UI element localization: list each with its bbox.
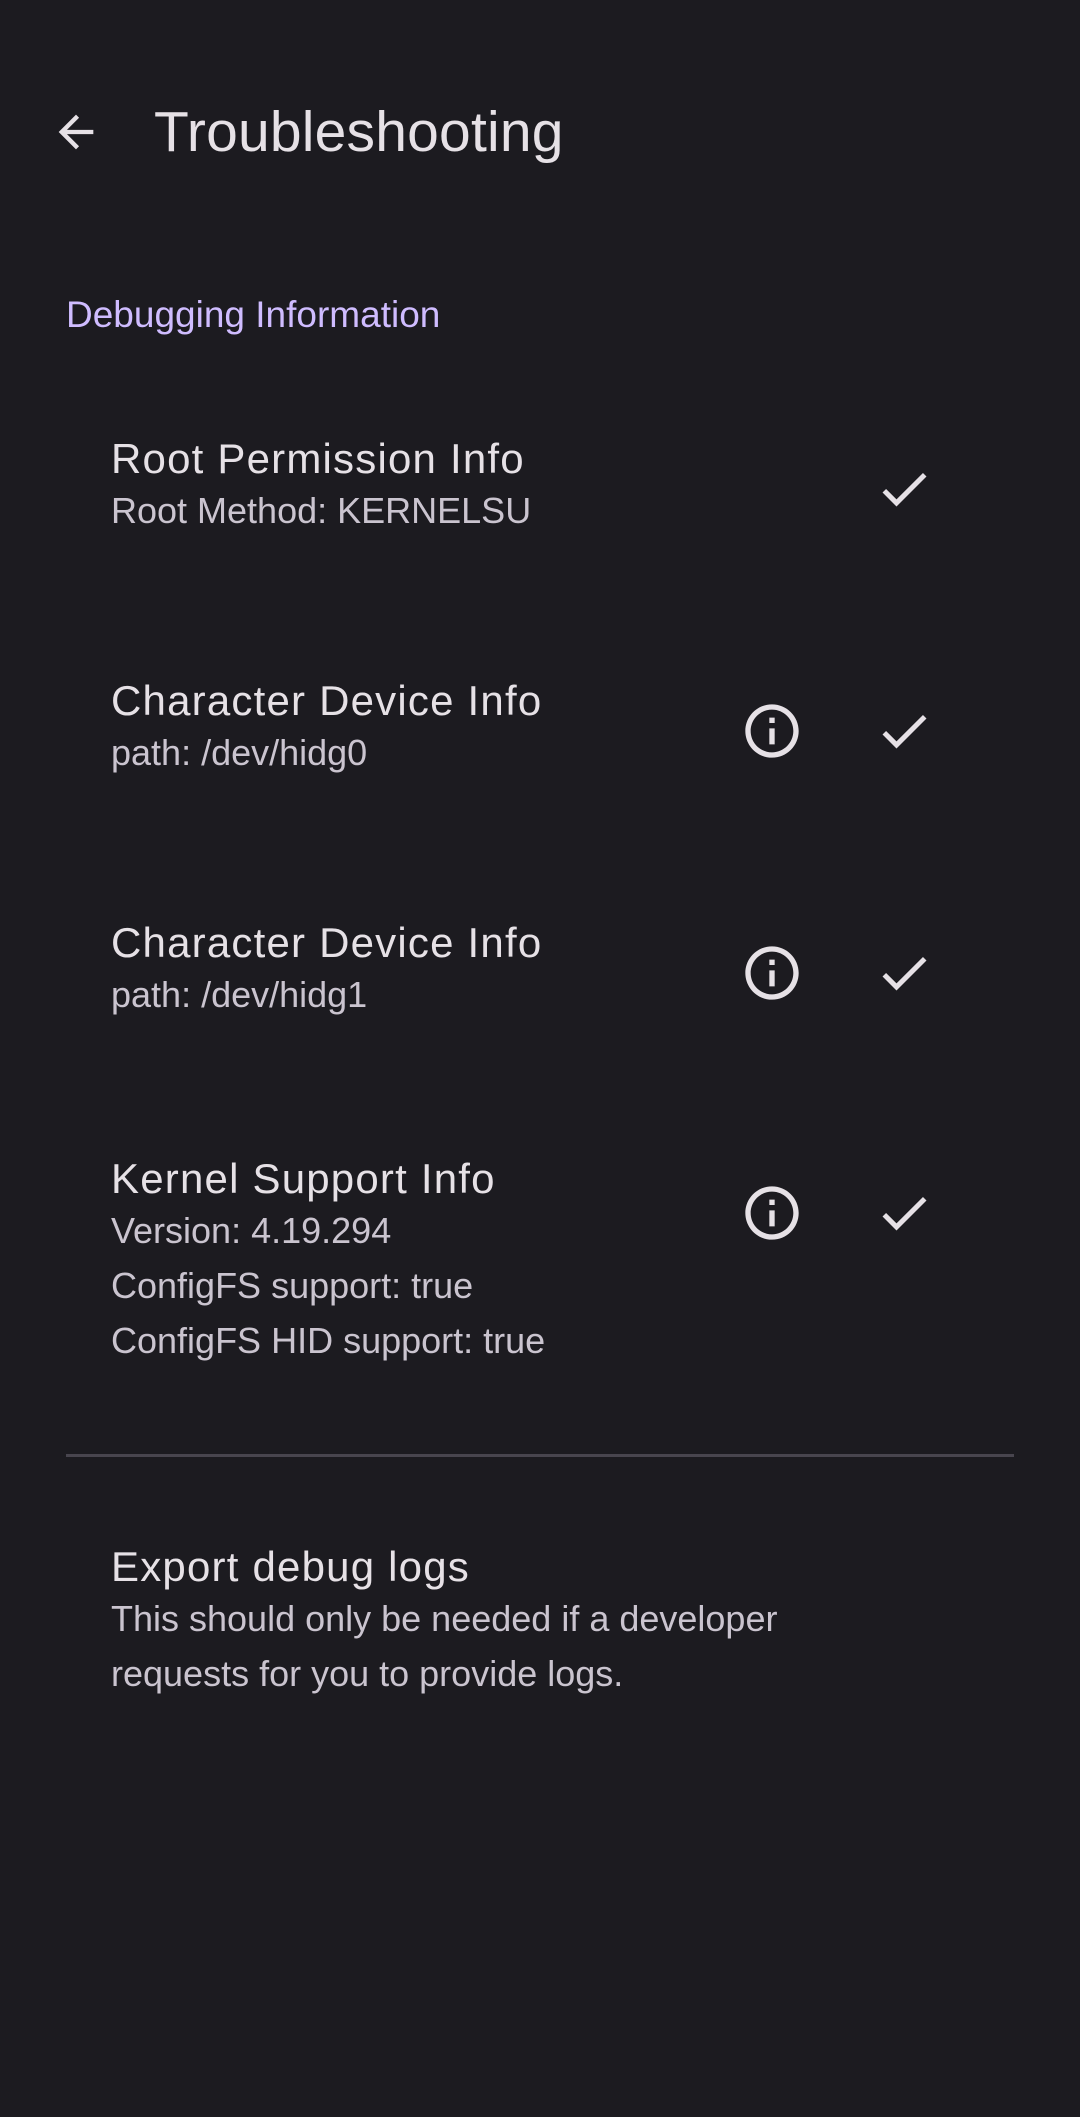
item-subtitle-configfs: ConfigFS support: true <box>111 1265 474 1306</box>
status-check <box>862 689 946 773</box>
top-app-bar: Troubleshooting <box>0 0 1080 270</box>
section-header-debugging: Debugging Information <box>66 294 441 335</box>
item-subtitle-line-1: This should only be needed if a develope… <box>111 1598 778 1639</box>
export-debug-logs-item[interactable]: Export debug logs This should only be ne… <box>0 1528 1080 1718</box>
item-subtitle: path: /dev/hidg1 <box>111 974 368 1015</box>
list-item-character-device-hidg1[interactable]: Character Device Info path: /dev/hidg1 <box>0 904 1080 1124</box>
status-check <box>862 931 946 1015</box>
arrow-back-icon <box>58 114 94 150</box>
info-button[interactable] <box>730 931 814 1015</box>
check-icon <box>882 956 927 991</box>
status-check <box>862 1171 946 1255</box>
item-title: Export debug logs <box>111 1543 470 1590</box>
item-subtitle: path: /dev/hidg0 <box>111 732 368 773</box>
info-button[interactable] <box>730 689 814 773</box>
status-check <box>862 447 946 531</box>
info-icon <box>745 704 799 758</box>
info-icon <box>745 946 799 1000</box>
item-title: Root Permission Info <box>111 435 525 482</box>
item-title: Character Device Info <box>111 677 543 724</box>
item-subtitle-version: Version: 4.19.294 <box>111 1210 392 1251</box>
list-item-root-permission[interactable]: Root Permission Info Root Method: KERNEL… <box>0 420 1080 640</box>
back-button[interactable] <box>34 90 118 174</box>
divider <box>66 1454 1014 1457</box>
list-item-character-device-hidg0[interactable]: Character Device Info path: /dev/hidg0 <box>0 662 1080 882</box>
item-title: Kernel Support Info <box>111 1155 496 1202</box>
check-icon <box>882 1196 927 1231</box>
info-icon <box>745 1186 799 1240</box>
list-item-kernel-support[interactable]: Kernel Support Info Version: 4.19.294 Co… <box>0 1140 1080 1390</box>
check-icon <box>882 472 927 507</box>
item-subtitle-line-2: requests for you to provide logs. <box>111 1653 624 1694</box>
item-title: Character Device Info <box>111 919 543 966</box>
page-title: Troubleshooting <box>154 100 564 164</box>
item-subtitle: Root Method: KERNELSU <box>111 490 532 531</box>
info-button[interactable] <box>730 1171 814 1255</box>
item-subtitle-configfs-hid: ConfigFS HID support: true <box>111 1320 546 1361</box>
check-icon <box>882 714 927 749</box>
